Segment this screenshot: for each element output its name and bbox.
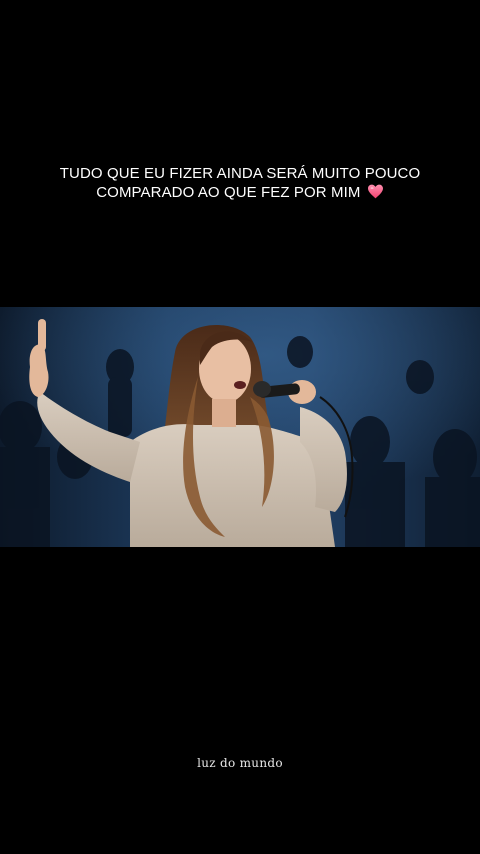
video-caption: TUDO QUE EU FIZER AINDA SERÁ MUITO POUCO… bbox=[30, 164, 450, 202]
video-frame-image bbox=[0, 307, 480, 547]
caption-line-2: COMPARADO AO QUE FEZ POR MIM bbox=[96, 184, 361, 201]
heart-icon bbox=[367, 184, 383, 199]
watermark-text: luz do mundo bbox=[197, 756, 283, 770]
video-player[interactable] bbox=[0, 307, 480, 547]
caption-line-1: TUDO QUE EU FIZER AINDA SERÁ MUITO POUCO bbox=[59, 165, 421, 182]
